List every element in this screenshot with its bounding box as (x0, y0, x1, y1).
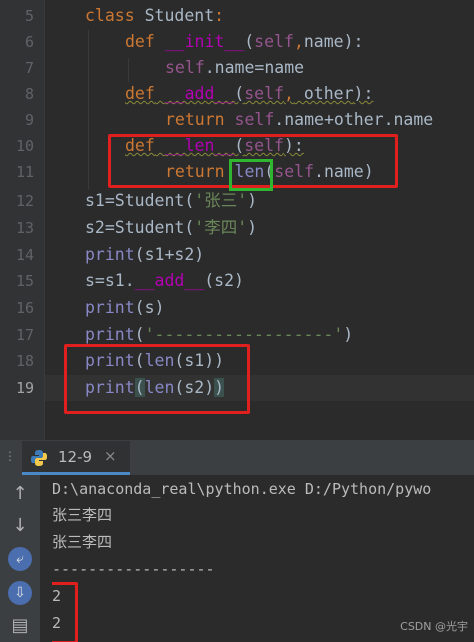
annotation-box-print-len (64, 344, 250, 414)
line-number: 10 (15, 137, 34, 155)
scroll-to-end-icon[interactable]: ⇩ (8, 581, 32, 605)
code-line-9[interactable]: 9 return self.name+other.name (0, 107, 474, 133)
run-panel-header: ⋮ 12-9 × (0, 441, 474, 475)
line-number: 11 (15, 163, 34, 181)
python-icon (31, 450, 47, 466)
close-icon[interactable]: × (104, 447, 117, 465)
code-line-12[interactable]: 12 s1=Student('张三') (0, 188, 474, 214)
line-number: 14 (15, 246, 34, 264)
code-line-15[interactable]: 15 s=s1.__add__(s2) (0, 268, 474, 294)
arrow-up-icon[interactable]: ↑ (6, 481, 34, 507)
code-text: return self.name+other.name (165, 110, 434, 129)
annotation-box-output (52, 582, 78, 642)
line-number: 17 (15, 326, 34, 344)
line-number: 15 (15, 272, 34, 290)
code-text: def __init__(self,name): (125, 32, 364, 51)
line-number: 8 (24, 85, 34, 103)
console-output[interactable]: D:\anaconda_real\python.exe D:/Python/py… (52, 475, 474, 642)
code-line-8[interactable]: 8 def __add__(self, other): (0, 81, 474, 107)
tab-label: 12-9 (58, 448, 93, 466)
run-toolbar: ↑ ↓ ⤶ ⇩ ▤ (0, 475, 40, 642)
console-line: D:\anaconda_real\python.exe D:/Python/py… (52, 480, 432, 498)
soft-wrap-icon[interactable]: ⤶ (8, 547, 32, 571)
code-editor[interactable]: 5 class Student: 6 def __init__(self,nam… (0, 0, 474, 440)
more-icon[interactable]: ⋮ (4, 449, 16, 463)
line-number: 12 (15, 192, 34, 210)
line-number: 5 (24, 7, 34, 25)
console-line: ------------------ (52, 560, 215, 578)
code-text: class Student: (85, 6, 225, 25)
tab-run-config[interactable]: 12-9 × (22, 441, 130, 475)
print-icon[interactable]: ▤ (6, 613, 34, 639)
code-text: print(s) (85, 298, 165, 317)
run-panel: ⋮ 12-9 × ↑ ↓ ⤶ ⇩ ▤ D:\anaconda_real\pyth… (0, 440, 474, 642)
line-number: 6 (24, 33, 34, 51)
console-line: 张三李四 (52, 533, 113, 551)
code-text: print(s1+s2) (85, 245, 205, 264)
code-line-13[interactable]: 13 s2=Student('李四') (0, 215, 474, 241)
code-line-6[interactable]: 6 def __init__(self,name): (0, 29, 474, 55)
watermark: CSDN @光宇 (400, 620, 468, 633)
line-number: 16 (15, 299, 34, 317)
code-text: s=s1.__add__(s2) (85, 271, 244, 290)
code-text: def __add__(self, other): (125, 84, 374, 103)
line-number: 18 (15, 352, 34, 370)
line-number: 7 (24, 59, 34, 77)
code-text: s1=Student('张三') (85, 191, 258, 210)
code-line-7[interactable]: 7 self.name=name (0, 55, 474, 81)
line-number: 9 (24, 111, 34, 129)
code-line-14[interactable]: 14 print(s1+s2) (0, 242, 474, 268)
code-text: self.name=name (165, 58, 305, 77)
code-text: s2=Student('李四') (85, 218, 258, 237)
annotation-box-len-call (229, 159, 273, 191)
line-number: 13 (15, 219, 34, 237)
code-line-5[interactable]: 5 class Student: (0, 3, 474, 29)
line-number: 19 (15, 379, 34, 397)
arrow-down-icon[interactable]: ↓ (6, 513, 34, 539)
console-line: 张三李四 (52, 506, 113, 524)
code-line-16[interactable]: 16 print(s) (0, 295, 474, 321)
